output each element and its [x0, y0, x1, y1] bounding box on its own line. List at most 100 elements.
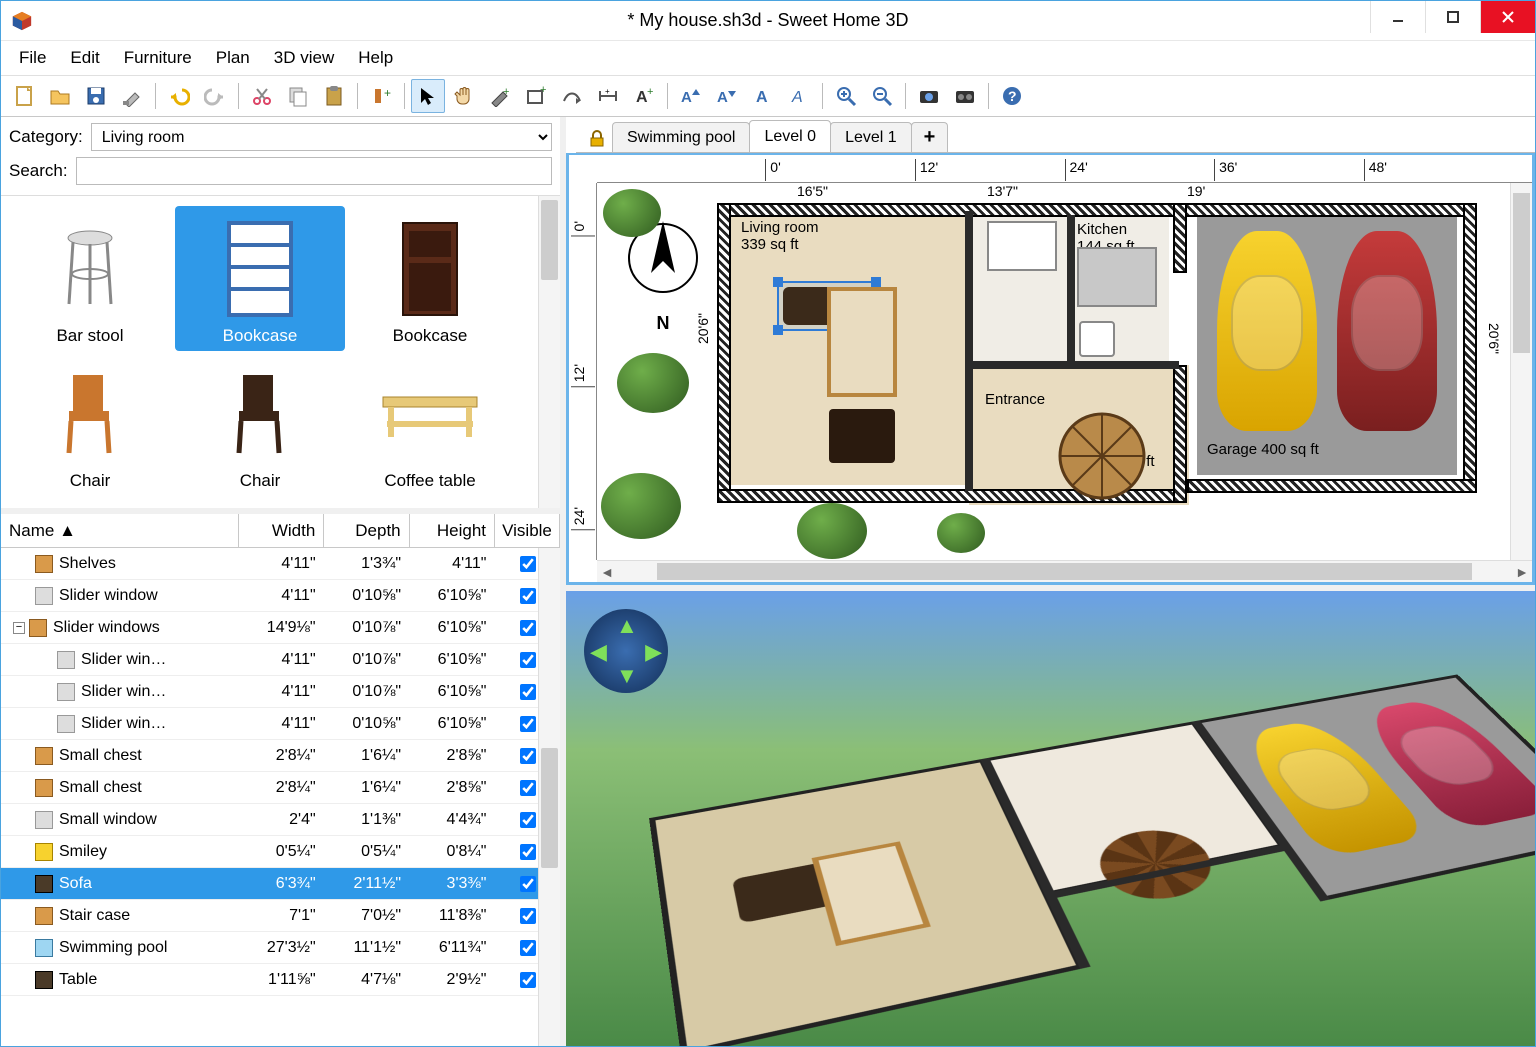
table-row[interactable]: Slider win…4'11"0'10⅞"6'10⅝" [1, 676, 560, 708]
nav-up-icon[interactable]: ▲ [616, 613, 638, 639]
menu-3d-view[interactable]: 3D view [262, 44, 346, 72]
toolbar-redo[interactable] [198, 79, 232, 113]
view-3d[interactable]: ▲ ▼ ◀ ▶ [566, 585, 1535, 1046]
visibility-checkbox[interactable] [520, 876, 536, 892]
furniture-scrollbar[interactable] [538, 548, 560, 1046]
toolbar-copy[interactable] [281, 79, 315, 113]
visibility-checkbox[interactable] [520, 620, 536, 636]
tree-collapse-icon[interactable]: − [13, 622, 25, 634]
tab-add[interactable]: + [911, 122, 949, 152]
toolbar-zoom-text-up[interactable]: A [674, 79, 708, 113]
tab-level-0[interactable]: Level 0 [749, 120, 831, 152]
visibility-checkbox[interactable] [520, 652, 536, 668]
toolbar-create-rooms[interactable]: + [519, 79, 553, 113]
furniture-table-body[interactable]: Shelves4'11"1'3¾"4'11"Slider window4'11"… [1, 548, 560, 1046]
plan-scrollbar-horizontal[interactable]: ◄ ► [597, 560, 1532, 582]
maximize-button[interactable] [1425, 1, 1480, 33]
table-row[interactable]: Slider window4'11"0'10⅝"6'10⅝" [1, 580, 560, 612]
table-row[interactable]: Smiley0'5¼"0'5¼"0'8¼" [1, 836, 560, 868]
plan-scrollbar-vertical[interactable] [1510, 183, 1532, 560]
table-row[interactable]: Table1'11⅝"4'7⅛"2'9½" [1, 964, 560, 996]
visibility-checkbox[interactable] [520, 972, 536, 988]
toolbar-create-polyline[interactable] [555, 79, 589, 113]
plan-canvas[interactable]: N 16'5" 13'7" 19' [597, 183, 1510, 560]
catalog-scrollbar[interactable] [538, 196, 560, 508]
toolbar-help[interactable]: ? [995, 79, 1029, 113]
nav-3d-widget[interactable]: ▲ ▼ ◀ ▶ [584, 609, 668, 693]
furniture-name: Small window [59, 811, 157, 829]
toolbar-preferences[interactable] [115, 79, 149, 113]
visibility-checkbox[interactable] [520, 684, 536, 700]
menu-edit[interactable]: Edit [58, 44, 111, 72]
nav-right-icon[interactable]: ▶ [645, 639, 662, 665]
visibility-checkbox[interactable] [520, 940, 536, 956]
catalog-grid[interactable]: Bar stoolBookcaseBookcaseChairChairCoffe… [1, 196, 538, 508]
toolbar-photo[interactable] [912, 79, 946, 113]
lock-icon[interactable] [588, 130, 606, 148]
col-depth[interactable]: Depth [324, 514, 409, 547]
toolbar-create-walls[interactable]: + [483, 79, 517, 113]
tab-level-1[interactable]: Level 1 [830, 122, 912, 152]
visibility-checkbox[interactable] [520, 716, 536, 732]
visibility-checkbox[interactable] [520, 908, 536, 924]
visibility-checkbox[interactable] [520, 844, 536, 860]
table-row[interactable]: Small window2'4"1'1⅜"4'4¾" [1, 804, 560, 836]
catalog-item-bookcase-2[interactable]: Bookcase [345, 206, 515, 351]
table-row[interactable]: Slider win…4'11"0'10⅝"6'10⅝" [1, 708, 560, 740]
catalog-item-bar-stool-0[interactable]: Bar stool [5, 206, 175, 351]
table-row[interactable]: Small chest2'8¼"1'6¼"2'8⅝" [1, 772, 560, 804]
catalog-item-coffee-table-5[interactable]: Coffee table [345, 351, 515, 496]
visibility-checkbox[interactable] [520, 588, 536, 604]
toolbar-zoom-in[interactable] [829, 79, 863, 113]
table-row[interactable]: Small chest2'8¼"1'6¼"2'8⅝" [1, 740, 560, 772]
search-input[interactable] [76, 157, 552, 185]
table-row[interactable]: −Slider windows14'9⅛"0'10⅞"6'10⅝" [1, 612, 560, 644]
category-select[interactable]: Living room [91, 123, 552, 151]
nav-down-icon[interactable]: ▼ [616, 663, 638, 689]
scroll-right-icon[interactable]: ► [1512, 564, 1532, 580]
toolbar-select[interactable] [411, 79, 445, 113]
menu-help[interactable]: Help [346, 44, 405, 72]
col-width[interactable]: Width [239, 514, 324, 547]
toolbar-italic[interactable]: A [782, 79, 816, 113]
furniture-table-header[interactable]: Name ▲ Width Depth Height Visible [1, 514, 560, 548]
visibility-checkbox[interactable] [520, 556, 536, 572]
tab-swimming-pool[interactable]: Swimming pool [612, 122, 750, 152]
toolbar-undo[interactable] [162, 79, 196, 113]
table-row[interactable]: Stair case7'1"7'0½"11'8⅜" [1, 900, 560, 932]
table-row[interactable]: Swimming pool27'3½"11'1½"6'11¾" [1, 932, 560, 964]
close-button[interactable] [1480, 1, 1535, 33]
menu-plan[interactable]: Plan [204, 44, 262, 72]
plan-view[interactable]: 0'12'24'36'48' 0'12'24' N [566, 153, 1535, 585]
toolbar-pan[interactable] [447, 79, 481, 113]
visibility-checkbox[interactable] [520, 812, 536, 828]
table-row[interactable]: Sofa6'3¾"2'11½"3'3⅜" [1, 868, 560, 900]
toolbar-zoom-out[interactable] [865, 79, 899, 113]
toolbar-bold[interactable]: A [746, 79, 780, 113]
toolbar-add-furniture[interactable]: + [364, 79, 398, 113]
toolbar-video[interactable] [948, 79, 982, 113]
menu-furniture[interactable]: Furniture [112, 44, 204, 72]
catalog-item-bookcase-1[interactable]: Bookcase [175, 206, 345, 351]
col-visible[interactable]: Visible [495, 514, 560, 547]
catalog-item-chair-4[interactable]: Chair [175, 351, 345, 496]
toolbar-new-file[interactable] [7, 79, 41, 113]
col-height[interactable]: Height [410, 514, 495, 547]
toolbar-cut[interactable] [245, 79, 279, 113]
menu-file[interactable]: File [7, 44, 58, 72]
toolbar-open-file[interactable] [43, 79, 77, 113]
toolbar-zoom-text-down[interactable]: A [710, 79, 744, 113]
toolbar-create-text[interactable]: A+ [627, 79, 661, 113]
visibility-checkbox[interactable] [520, 780, 536, 796]
nav-left-icon[interactable]: ◀ [590, 639, 607, 665]
catalog-item-chair-3[interactable]: Chair [5, 351, 175, 496]
toolbar-paste[interactable] [317, 79, 351, 113]
visibility-checkbox[interactable] [520, 748, 536, 764]
scroll-left-icon[interactable]: ◄ [597, 564, 617, 580]
toolbar-save-file[interactable] [79, 79, 113, 113]
minimize-button[interactable] [1370, 1, 1425, 33]
toolbar-create-dimensions[interactable]: + [591, 79, 625, 113]
table-row[interactable]: Shelves4'11"1'3¾"4'11" [1, 548, 560, 580]
catalog-thumb-icon [375, 356, 485, 471]
table-row[interactable]: Slider win…4'11"0'10⅞"6'10⅝" [1, 644, 560, 676]
